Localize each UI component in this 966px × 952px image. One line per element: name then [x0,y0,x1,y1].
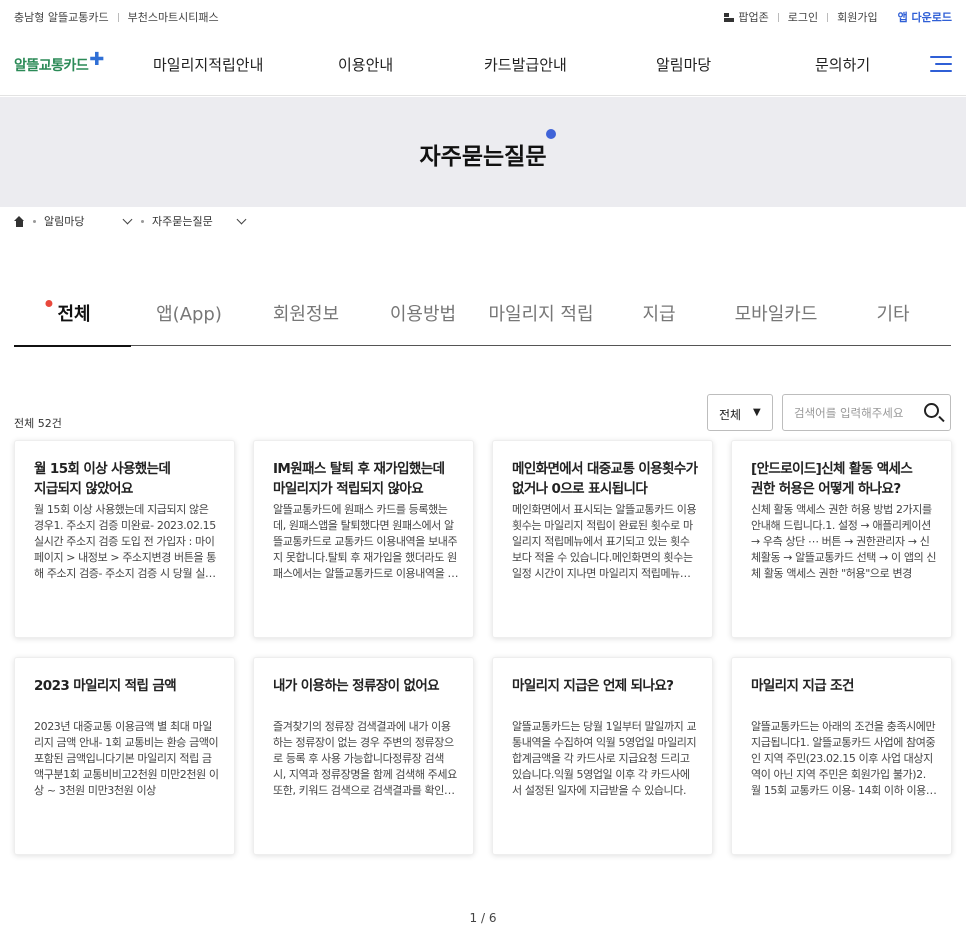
faq-title: 마일리지 지급은 언제 되나요? [512,678,674,694]
tab-etc[interactable]: 기타 [876,300,909,326]
link-chungnam-card[interactable]: 충남형 알뜰교통카드 [14,9,109,25]
dropdown-arrow-icon: ▼ [753,407,761,418]
menu-line [930,56,952,58]
divider [827,12,829,22]
tab-mobile-card[interactable]: 모바일카드 [735,300,818,326]
utility-left: 충남형 알뜰교통카드 부천스마트시티패스 [14,9,219,25]
tab-mileage[interactable]: 마일리지 적립 [488,300,593,326]
breadcrumb-notice[interactable]: 알림마당 [44,213,124,229]
faq-title: 2023 마일리지 적립 금액 [34,678,177,694]
faq-summary: 알뜰교통카드는 아래의 조건을 충족시에만 지급됩니다1. 알뜰교통카드 사업에… [751,720,936,797]
faq-card[interactable]: 메인화면에서 대중교통 이용횟수가 없거나 0으로 표시됩니다 메인화면에서 표… [492,440,713,638]
divider [117,12,119,22]
title-accent-dot [546,129,556,139]
faq-card[interactable]: 내가 이용하는 정류장이 없어요 즐겨찾기의 정류장 검색결과에 내가 이용하는… [253,657,474,855]
logo-text: 알뜰교통카드 [14,58,89,74]
tab-payment[interactable]: 지급 [642,300,675,326]
nav-mileage-guide[interactable]: 마일리지적립안내 [153,54,263,75]
search-icon[interactable] [924,403,939,418]
tab-all[interactable]: 전체 [45,300,91,326]
menu-line [930,70,952,72]
faq-title: IM원패스 탈퇴 후 재가입했는데 마일리지가 적립되지 않아요 [273,461,445,497]
tab-member-info[interactable]: 회원정보 [273,300,339,326]
link-popup-zone[interactable]: 팝업존 [738,9,768,25]
nav-inquiry[interactable]: 문의하기 [815,54,870,75]
search-box [782,394,951,431]
utility-right: 팝업존 로그인 회원가입 앱 다운로드 [724,9,952,25]
filter-value: 전체 [719,408,742,422]
faq-summary: 알뜰교통카드는 당월 1일부터 말일까지 교통내역을 수집하여 익월 5영업일 … [512,720,697,797]
app-download-link[interactable]: 앱 다운로드 [898,9,952,25]
link-signup[interactable]: 회원가입 [837,9,877,25]
active-tab-dot [45,300,53,307]
pagination: 1 / 6 [469,911,497,925]
divider [777,12,779,22]
page-hero: 자주묻는질문 [0,97,966,207]
chevron-down-icon[interactable] [122,214,133,224]
faq-summary: 메인화면에서 표시되는 알뜰교통카드 이용 횟수는 마일리지 적립이 완료된 횟… [512,503,697,580]
faq-card[interactable]: IM원패스 탈퇴 후 재가입했는데 마일리지가 적립되지 않아요 알뜰교통카드에… [253,440,474,638]
faq-title: 월 15회 이상 사용했는데 지급되지 않았어요 [34,461,171,497]
search-filter-select[interactable]: 전체 ▼ [707,394,773,431]
breadcrumb-separator [33,219,36,223]
utility-bar: 충남형 알뜰교통카드 부천스마트시티패스 팝업존 로그인 회원가입 앱 다운로드 [0,0,966,32]
home-icon[interactable] [14,215,25,227]
faq-card[interactable]: 마일리지 지급은 언제 되나요? 알뜰교통카드는 당월 1일부터 말일까지 교통… [492,657,713,855]
link-bucheon-pass[interactable]: 부천스마트시티패스 [128,9,219,25]
faq-card[interactable]: 2023 마일리지 적립 금액 2023년 대중교통 이용금액 별 최대 마일리… [14,657,235,855]
faq-card[interactable]: 마일리지 지급 조건 알뜰교통카드는 아래의 조건을 충족시에만 지급됩니다1.… [731,657,952,855]
faq-title: 메인화면에서 대중교통 이용횟수가 없거나 0으로 표시됩니다 [512,461,698,497]
main-header: 알뜰교통카드✚ 마일리지적립안내 이용안내 카드발급안내 알림마당 문의하기 [0,32,966,96]
nav-usage-guide[interactable]: 이용안내 [338,54,393,75]
nav-notice[interactable]: 알림마당 [656,54,711,75]
page-title: 자주묻는질문 [419,144,547,170]
total-count: 전체 52건 [14,417,62,430]
faq-summary: 알뜰교통카드에 원패스 카드를 등록했는데, 원패스앱을 탈퇴했다면 원패스에서… [273,503,458,580]
faq-summary: 즐겨찾기의 정류장 검색결과에 내가 이용하는 정류장이 없는 경우 주변의 정… [273,720,457,797]
faq-title: 내가 이용하는 정류장이 없어요 [273,678,440,694]
faq-summary: 월 15회 이상 사용했는데 지급되지 않은 경우1. 주소지 검증 미완료- … [34,503,217,580]
tab-how-to-use[interactable]: 이용방법 [390,300,456,326]
site-logo[interactable]: 알뜰교통카드✚ [14,49,104,75]
tab-app[interactable]: 앱(App) [156,300,222,326]
breadcrumb: 알림마당 자주묻는질문 [14,213,247,229]
category-tabs: 전체 앱(App) 회원정보 이용방법 마일리지 적립 지급 모바일카드 기타 [14,290,951,347]
tab-label: 전체 [57,304,91,325]
popup-zone-icon [724,12,735,22]
breadcrumb-separator [141,219,144,223]
chevron-down-icon[interactable] [236,214,247,224]
nav-card-issue[interactable]: 카드발급안내 [484,54,567,75]
logo-plus-icon: ✚ [89,49,104,70]
faq-title: 마일리지 지급 조건 [751,678,854,694]
faq-card[interactable]: [안드로이드]신체 활동 액세스 권한 허용은 어떻게 하나요? 신체 활동 액… [731,440,952,638]
active-tab-underline [14,344,131,347]
search-input[interactable] [794,404,920,422]
breadcrumb-faq[interactable]: 자주묻는질문 [152,213,238,229]
link-login[interactable]: 로그인 [788,9,818,25]
menu-line [935,63,952,65]
faq-title: [안드로이드]신체 활동 액세스 권한 허용은 어떻게 하나요? [751,461,913,497]
menu-icon[interactable] [930,56,952,72]
faq-summary: 2023년 대중교통 이용금액 별 최대 마일리지 금액 안내- 1회 교통비는… [34,720,219,797]
faq-card[interactable]: 월 15회 이상 사용했는데 지급되지 않았어요 월 15회 이상 사용했는데 … [14,440,235,638]
faq-summary: 신체 활동 액세스 권한 허용 방법 2가지를 안내해 드립니다.1. 설정 →… [751,503,937,580]
